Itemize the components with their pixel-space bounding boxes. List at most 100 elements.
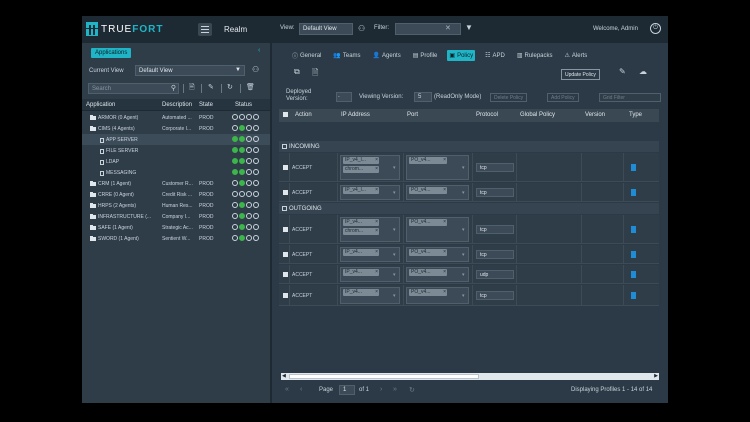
row-checkbox[interactable]: [283, 165, 288, 170]
export-icon[interactable]: 🗎: [189, 83, 195, 94]
col-action[interactable]: Action: [295, 112, 312, 118]
tab-policy[interactable]: ▣ Policy: [447, 50, 476, 61]
view-select[interactable]: Default View: [299, 23, 353, 35]
remove-chip-icon[interactable]: ×: [375, 269, 378, 276]
port-chip[interactable]: PO_v4... ×: [409, 269, 447, 276]
chevron-down-icon[interactable]: ▾: [393, 252, 396, 258]
collapse-group-icon[interactable]: [282, 206, 287, 211]
copy-icon[interactable]: ⧉: [294, 67, 300, 77]
remove-chip-icon[interactable]: ×: [375, 289, 378, 296]
protocol-select[interactable]: tcp: [476, 250, 514, 259]
tab-agents[interactable]: 👤 Agents: [371, 50, 403, 61]
tab-general[interactable]: ⓘ General: [290, 50, 323, 61]
search-input[interactable]: Search ⚲: [88, 83, 179, 94]
trash-icon[interactable]: 🗑: [246, 83, 255, 91]
ip-chip[interactable]: chrom... ×: [343, 228, 379, 235]
port-chip[interactable]: PO_v4... ×: [409, 187, 447, 194]
remove-chip-icon[interactable]: ×: [375, 219, 378, 226]
scroll-right-icon[interactable]: ▶: [654, 373, 658, 379]
remove-chip-icon[interactable]: ×: [443, 289, 446, 296]
application-row[interactable]: INFRASTRUCTURE (... Company I... PROD: [82, 211, 270, 222]
tab-profile[interactable]: ▤ Profile: [411, 50, 440, 61]
row-checkbox[interactable]: [283, 252, 288, 257]
viewing-version-select[interactable]: 5: [414, 92, 432, 102]
port-chip[interactable]: PO_v4... ×: [409, 289, 447, 296]
group-outgoing[interactable]: OUTGOING: [279, 203, 659, 214]
col-global-policy[interactable]: Global Policy: [520, 112, 555, 118]
application-row[interactable]: FILE SERVER: [82, 145, 270, 156]
remove-chip-icon[interactable]: ×: [443, 157, 446, 164]
application-row[interactable]: ARMOR (0 Agent) Automated ... PROD: [82, 112, 270, 123]
remove-chip-icon[interactable]: ×: [443, 219, 446, 226]
application-row[interactable]: APP SERVER: [82, 134, 270, 145]
remove-chip-icon[interactable]: ×: [443, 269, 446, 276]
edit-policy-icon[interactable]: ✎: [619, 67, 626, 76]
add-policy-button[interactable]: Add Policy: [547, 93, 579, 102]
port-chip[interactable]: PO_v4... ×: [409, 219, 447, 226]
binoculars-icon[interactable]: ⚇: [252, 65, 259, 74]
refresh-icon[interactable]: ↻: [409, 386, 415, 394]
application-row[interactable]: LDAP: [82, 156, 270, 167]
remove-chip-icon[interactable]: ×: [375, 228, 378, 235]
chevron-down-icon[interactable]: ▾: [393, 190, 396, 196]
next-page-icon[interactable]: ›: [380, 386, 382, 393]
col-state[interactable]: State: [199, 102, 213, 108]
application-row[interactable]: CIMS (4 Agents) Corporate I... PROD: [82, 123, 270, 134]
col-type[interactable]: Type: [629, 112, 642, 118]
col-protocol[interactable]: Protocol: [476, 112, 498, 118]
policy-row[interactable]: ACCEPT IP_v4... × ▾ PO_v4... × ▾ udp: [279, 265, 659, 284]
clear-filter-icon[interactable]: ✕: [445, 24, 451, 32]
application-row[interactable]: CRRE (0 Agent) Credit Risk ... PROD: [82, 189, 270, 200]
remove-chip-icon[interactable]: ×: [443, 249, 446, 256]
current-view-select[interactable]: Default View ▼: [135, 65, 245, 76]
remove-chip-icon[interactable]: ×: [375, 157, 378, 164]
page-number-input[interactable]: 1: [339, 385, 355, 395]
row-checkbox[interactable]: [283, 272, 288, 277]
update-policy-button[interactable]: Update Policy: [561, 69, 600, 80]
policy-row[interactable]: ACCEPT IP_v4... × chrom... × ▾ PO_v4... × ▾ tcp: [279, 215, 659, 244]
port-chip[interactable]: PO_v4... ×: [409, 157, 447, 164]
group-incoming[interactable]: INCOMING: [279, 141, 659, 152]
chevron-down-icon[interactable]: ▾: [462, 190, 465, 196]
delete-policy-button[interactable]: Delete Policy: [490, 93, 528, 102]
chevron-down-icon[interactable]: ▾: [462, 227, 465, 233]
ip-chip[interactable]: IP_v4... ×: [343, 289, 379, 296]
tab-teams[interactable]: 👥 Teams: [331, 50, 362, 61]
application-row[interactable]: SWORD (1 Agent) Sentient W... PROD: [82, 233, 270, 244]
policy-row[interactable]: ACCEPT IP_v4_l... × chrom... × ▾ PO_v4... × ▾ tcp: [279, 153, 659, 182]
col-description[interactable]: Description: [162, 102, 192, 108]
scroll-left-icon[interactable]: ◀: [282, 373, 286, 379]
search-icon[interactable]: ⚲: [171, 84, 176, 92]
col-application[interactable]: Application: [86, 102, 115, 108]
row-checkbox[interactable]: [283, 190, 288, 195]
document-icon[interactable]: 🗎: [312, 67, 318, 81]
chevron-down-icon[interactable]: ▾: [462, 165, 465, 171]
remove-chip-icon[interactable]: ×: [375, 249, 378, 256]
scrollbar-thumb[interactable]: [289, 374, 479, 379]
chevron-down-icon[interactable]: ▾: [462, 272, 465, 278]
policy-row[interactable]: ACCEPT IP_v4_l... × ▾ PO_v4... × ▾ tcp: [279, 183, 659, 202]
col-version[interactable]: Version: [585, 112, 605, 118]
chevron-down-icon[interactable]: ▾: [462, 252, 465, 258]
last-page-icon[interactable]: »: [393, 386, 397, 393]
hamburger-menu-button[interactable]: [198, 23, 212, 36]
row-checkbox[interactable]: [283, 227, 288, 232]
protocol-select[interactable]: tcp: [476, 163, 514, 172]
collapse-group-icon[interactable]: [282, 144, 287, 149]
port-chip[interactable]: PO_v4... ×: [409, 249, 447, 256]
ip-chip[interactable]: IP_v4... ×: [343, 249, 379, 256]
horizontal-scrollbar[interactable]: ◀ ▶: [281, 373, 659, 380]
tab-rulepacks[interactable]: ▥ Rulepacks: [515, 50, 555, 61]
ip-chip[interactable]: IP_v4_l... ×: [343, 157, 379, 164]
protocol-select[interactable]: tcp: [476, 291, 514, 300]
row-checkbox[interactable]: [283, 293, 288, 298]
policy-row[interactable]: ACCEPT IP_v4... × ▾ PO_v4... × ▾ tcp: [279, 285, 659, 306]
chevron-down-icon[interactable]: ▾: [393, 272, 396, 278]
select-all-checkbox[interactable]: [283, 112, 288, 117]
chevron-down-icon[interactable]: ▾: [393, 293, 396, 299]
ip-chip[interactable]: IP_v4... ×: [343, 219, 379, 226]
ip-chip[interactable]: IP_v4... ×: [343, 269, 379, 276]
application-row[interactable]: SAFE (1 Agent) Strategic Ac... PROD: [82, 222, 270, 233]
refresh-icon[interactable]: ↻: [227, 83, 233, 91]
first-page-icon[interactable]: «: [285, 386, 289, 393]
